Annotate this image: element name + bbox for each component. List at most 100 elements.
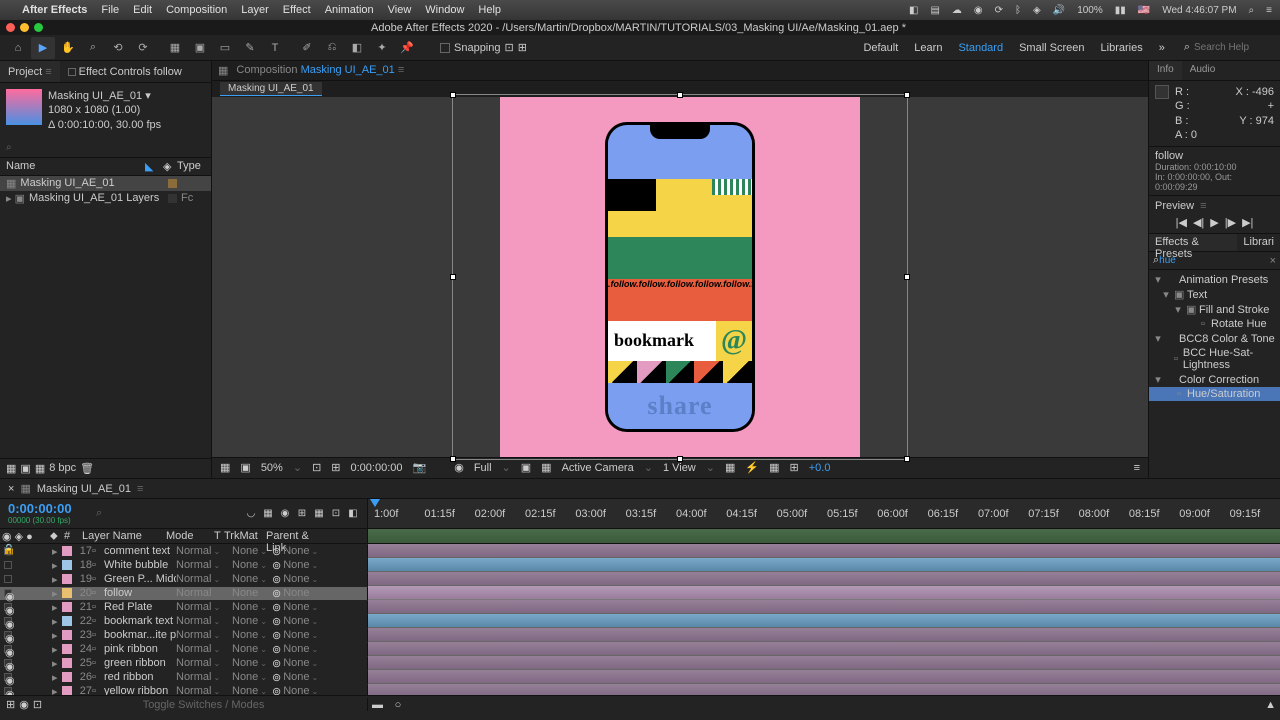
col-tag-icon[interactable]: ◣: [145, 160, 163, 173]
label-color[interactable]: [62, 616, 72, 626]
timeline-layer-row[interactable]: ◉ ▸ 24 ▫ pink ribbon Normal⌄ None⌄ ⊚None…: [0, 642, 1280, 656]
blend-mode-dropdown[interactable]: Normal⌄: [176, 615, 222, 627]
exposure-value[interactable]: +0.0: [809, 462, 831, 474]
twirl-icon[interactable]: ▸: [52, 559, 60, 572]
project-tab[interactable]: Project≡: [0, 61, 60, 82]
visibility-toggle[interactable]: [4, 547, 12, 555]
render-queue-icon[interactable]: ×: [8, 483, 14, 495]
grid-icon[interactable]: ⊞: [331, 461, 340, 474]
label-color[interactable]: [62, 630, 72, 640]
col-mode[interactable]: Mode: [164, 529, 212, 543]
layer-search[interactable]: ⌕: [90, 499, 243, 528]
switch-icons[interactable]: ⊡: [328, 508, 344, 519]
project-item[interactable]: ▦Masking UI_AE_01: [0, 176, 211, 191]
switch-icons[interactable]: ◧: [345, 508, 361, 519]
parent-dropdown[interactable]: ⊚None⌄: [272, 629, 332, 642]
layer-name[interactable]: pink ribbon: [102, 643, 176, 655]
parent-dropdown[interactable]: ⊚None⌄: [272, 615, 332, 628]
comp-breadcrumb[interactable]: Masking UI_AE_01: [220, 82, 322, 96]
menu-layer[interactable]: Layer: [241, 4, 269, 16]
layer-bar[interactable]: [368, 614, 1280, 628]
close-button[interactable]: [6, 23, 15, 32]
project-search[interactable]: ⌕: [0, 138, 211, 158]
orbit-tool[interactable]: ⟲: [106, 37, 130, 59]
visibility-toggle[interactable]: ◉: [4, 631, 12, 639]
blend-mode-dropdown[interactable]: Normal⌄: [176, 671, 222, 683]
label-color[interactable]: [62, 672, 72, 682]
layer-bar[interactable]: [368, 642, 1280, 656]
first-frame-button[interactable]: |◀: [1176, 216, 1187, 229]
visibility-toggle[interactable]: ◉: [4, 673, 12, 681]
eraser-tool[interactable]: ◧: [345, 37, 369, 59]
col-label-icon[interactable]: ◈: [163, 160, 177, 173]
trkmat-dropdown[interactable]: None⌄: [232, 545, 272, 557]
label-color[interactable]: [62, 658, 72, 668]
next-frame-button[interactable]: |▶: [1225, 216, 1236, 229]
blend-mode-dropdown[interactable]: Normal⌄: [176, 685, 222, 695]
effects-presets-tab[interactable]: Effects & Presets: [1149, 234, 1237, 251]
trkmat-dropdown[interactable]: None⌄: [232, 615, 272, 627]
info-tab[interactable]: Info: [1149, 61, 1182, 80]
effects-tree-item[interactable]: ▾BCC8 Color & Tone: [1149, 331, 1280, 346]
trkmat-dropdown[interactable]: None⌄: [232, 643, 272, 655]
frame-blend-icon[interactable]: ▦: [260, 508, 276, 519]
layer-bar[interactable]: [368, 586, 1280, 600]
twirl-icon[interactable]: ▸: [52, 657, 60, 670]
blend-mode-dropdown[interactable]: Normal⌄: [176, 587, 222, 599]
layer-bar[interactable]: [368, 656, 1280, 670]
label-color[interactable]: [62, 546, 72, 556]
layer-view-icon[interactable]: ▦: [218, 64, 228, 77]
layer-bar[interactable]: [368, 670, 1280, 684]
resolution-dropdown[interactable]: Full: [474, 462, 492, 474]
roi-icon[interactable]: ▣: [521, 461, 531, 474]
maximize-button[interactable]: [34, 23, 43, 32]
search-icon[interactable]: ⌕: [1249, 5, 1255, 16]
twirl-icon[interactable]: ▸: [52, 587, 60, 600]
blend-mode-dropdown[interactable]: Normal⌄: [176, 601, 222, 613]
timeline-layer-row[interactable]: ▸ 17 ▫ comment text Normal⌄ None⌄ ⊚None⌄: [0, 544, 1280, 558]
layer-bar[interactable]: [368, 572, 1280, 586]
layer-name[interactable]: red ribbon: [102, 671, 176, 683]
trash-icon[interactable]: 🗑: [80, 462, 94, 475]
snap-opt-icon[interactable]: ⊡: [505, 41, 514, 54]
new-folder-icon[interactable]: ▣: [20, 462, 30, 475]
hand-tool[interactable]: ✋: [56, 37, 80, 59]
view-dropdown[interactable]: 1 View: [663, 462, 696, 474]
res-icon[interactable]: ⊡: [312, 461, 321, 474]
label-color[interactable]: [62, 560, 72, 570]
twirl-icon[interactable]: ▸: [52, 573, 60, 586]
parent-dropdown[interactable]: ⊚None⌄: [272, 685, 332, 696]
col-layer-name[interactable]: Layer Name: [80, 529, 164, 543]
effects-tree-item[interactable]: ▫BCC Hue-Sat-Lightness: [1149, 346, 1280, 372]
layer-bar[interactable]: [368, 684, 1280, 695]
timeline-layer-row[interactable]: ◉ ▸ 21 ▫ Red Plate Normal⌄ None⌄ ⊚None⌄: [0, 600, 1280, 614]
camera-tool[interactable]: ▦: [163, 37, 187, 59]
trkmat-dropdown[interactable]: None⌄: [232, 573, 272, 585]
menu-animation[interactable]: Animation: [325, 4, 374, 16]
label-color[interactable]: [62, 686, 72, 695]
layer-name[interactable]: follow: [102, 587, 176, 599]
toggle-switches-button[interactable]: Toggle Switches / Modes: [143, 699, 265, 711]
twirl-icon[interactable]: ▸: [52, 629, 60, 642]
layer-bar[interactable]: [368, 558, 1280, 572]
timeline-layer-row[interactable]: ◉ ▸ 22 ▫ bookmark text Normal⌄ None⌄ ⊚No…: [0, 614, 1280, 628]
effects-tree-item[interactable]: ▾Animation Presets: [1149, 272, 1280, 287]
interpret-icon[interactable]: ▦: [6, 462, 16, 475]
effects-tree-item[interactable]: ▫Rotate Hue: [1149, 317, 1280, 331]
blend-mode-dropdown[interactable]: Normal⌄: [176, 559, 222, 571]
workspace-learn[interactable]: Learn: [914, 42, 942, 54]
layer-bar[interactable]: [368, 600, 1280, 614]
toggle-icon[interactable]: ◉: [19, 698, 29, 711]
px-aspect-icon[interactable]: ▦: [725, 461, 735, 474]
current-time-indicator[interactable]: [370, 499, 380, 507]
zoom-dropdown[interactable]: 50%: [261, 462, 283, 474]
twirl-icon[interactable]: ▸: [52, 545, 60, 558]
menu-window[interactable]: Window: [425, 4, 464, 16]
twirl-icon[interactable]: ▸: [52, 685, 60, 696]
search-help-input[interactable]: [1194, 42, 1274, 53]
timeline-icon[interactable]: ▦: [769, 461, 779, 474]
label-color[interactable]: [62, 602, 72, 612]
flowchart-icon[interactable]: ⊞: [790, 461, 799, 474]
label-color[interactable]: [62, 574, 72, 584]
parent-dropdown[interactable]: ⊚None⌄: [272, 559, 332, 572]
